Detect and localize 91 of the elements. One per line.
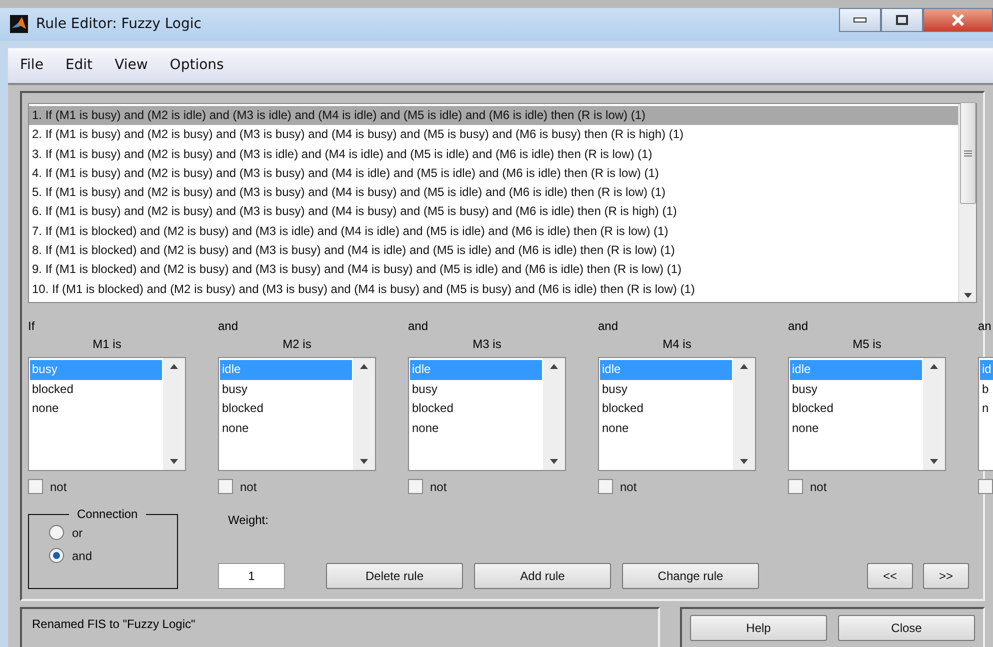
variable-label: M1 is [92,337,122,353]
weight-label: Weight: [228,513,270,527]
not-label: not [430,480,447,494]
connector-label: and [408,319,430,335]
connector-label: and [218,319,240,335]
radio-button[interactable] [49,548,64,563]
not-checkbox[interactable] [598,479,613,494]
term-item[interactable]: busy [600,380,732,399]
term-item[interactable]: busy [790,380,922,399]
connector-label: and [788,319,810,335]
not-checkbox[interactable] [978,479,993,494]
maximize-icon [896,15,908,25]
variable-label: M4 is [662,337,692,353]
footer-button[interactable]: Help [690,615,827,641]
rule-item[interactable]: 1. If (M1 is busy) and (M2 is idle) and (M3 is idle) and (M4 is idle) and (M5 is idle) and (M6 is idle) then (R is low) (1) [29,106,958,126]
radio-label: and [72,548,92,562]
close-icon [951,14,965,26]
term-item[interactable]: none [410,418,542,438]
nav-button[interactable]: << [867,563,913,589]
scroll-down-icon[interactable] [930,459,938,464]
term-item[interactable]: n [980,399,993,418]
scrollbar[interactable] [733,358,755,470]
variable-label: M3 is [472,337,502,353]
group-title: Connection [76,507,139,521]
scrollbar[interactable] [958,104,976,302]
not-label: not [50,480,67,494]
not-label: not [240,480,257,494]
rule-button[interactable]: Delete rule [326,563,463,589]
rule-list[interactable] [28,103,977,303]
scrollbar[interactable] [543,358,565,470]
not-checkbox[interactable] [408,479,423,494]
term-list[interactable]: idle busy blocked none [218,357,376,471]
window-title: Rule Editor: Fuzzy Logic [36,16,202,32]
not-label: not [620,480,637,494]
rule-button[interactable]: Add rule [474,563,611,589]
not-checkbox[interactable] [28,479,43,494]
term-item[interactable]: none [600,418,732,438]
rule-button[interactable]: Change rule [622,563,759,589]
term-item[interactable]: b [980,380,993,399]
nav-button[interactable]: >> [923,563,969,589]
scroll-up-icon[interactable] [550,364,558,369]
connector-label: If [28,319,36,335]
scroll-thumb[interactable] [960,102,976,204]
term-list[interactable]: idle busy blocked none [788,357,946,471]
not-label: not [810,480,827,494]
variable-label: M2 is [282,337,312,353]
term-item[interactable]: none [220,418,352,438]
app-logo-icon [10,15,28,34]
scroll-up-icon[interactable] [170,364,178,369]
scroll-down-icon[interactable] [550,459,558,464]
status-message: Renamed FIS to "Fuzzy Logic" [20,607,660,647]
variable-label: M5 is [852,337,882,353]
footer-button[interactable]: Close [838,615,975,641]
menu-item[interactable]: Edit [65,57,93,74]
term-item[interactable]: blocked [30,380,162,399]
scroll-down-icon[interactable] [740,459,748,464]
scroll-down-icon[interactable] [964,293,972,298]
radio-button[interactable] [49,525,64,540]
term-item[interactable]: none [790,418,922,438]
term-item[interactable]: blocked [220,399,352,418]
term-list[interactable]: idle busy blocked none [408,357,566,471]
scrollbar[interactable] [353,358,375,470]
scroll-up-icon[interactable] [360,364,368,369]
term-item[interactable]: busy [220,380,352,399]
connector-label: an [978,319,992,335]
menu-item[interactable]: Options [170,57,224,74]
term-list[interactable]: busy blocked none [28,357,186,471]
term-item[interactable]: blocked [790,399,922,418]
not-checkbox[interactable] [218,479,233,494]
term-item[interactable]: blocked [600,399,732,418]
scroll-up-icon[interactable] [740,364,748,369]
term-list[interactable]: idle busy blocked none [598,357,756,471]
scroll-down-icon[interactable] [170,459,178,464]
scroll-down-icon[interactable] [360,459,368,464]
weight-field[interactable]: 1 [218,563,285,589]
close-button[interactable] [923,8,993,32]
radio-label: or [72,526,83,540]
maximize-button[interactable] [881,8,923,32]
minimize-icon [853,17,867,23]
term-item[interactable]: none [30,399,162,418]
term-item[interactable]: busy [410,380,542,399]
menu-item[interactable]: File [20,57,44,74]
term-list[interactable]: id b n [978,357,993,471]
not-checkbox[interactable] [788,479,803,494]
minimize-button[interactable] [839,8,881,32]
scrollbar[interactable] [163,358,185,470]
scroll-up-icon[interactable] [930,364,938,369]
menu-item[interactable]: View [114,57,148,74]
connector-label: and [598,319,620,335]
term-item[interactable]: blocked [410,399,542,418]
scrollbar[interactable] [923,358,945,470]
